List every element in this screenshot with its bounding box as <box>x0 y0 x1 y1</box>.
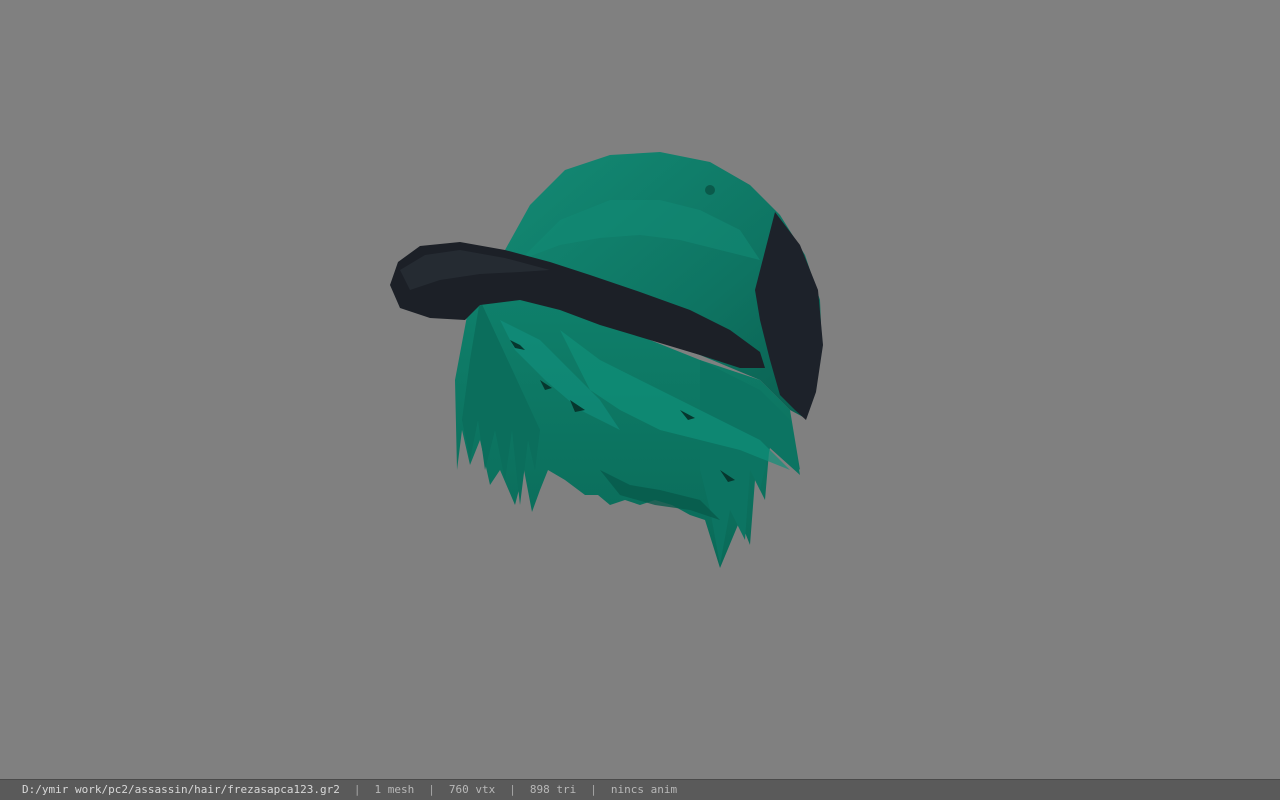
separator: | <box>509 783 516 796</box>
animation-status: nincs anim <box>610 783 678 796</box>
hair-cap-model-icon[interactable] <box>0 0 1280 779</box>
file-path: D:/ymir work/pc2/assassin/hair/frezasapc… <box>22 783 340 796</box>
separator: | <box>353 783 361 796</box>
mesh-count: 1 mesh <box>374 783 415 796</box>
vertex-count: 760 vtx <box>448 783 496 796</box>
status-bar: D:/ymir work/pc2/assassin/hair/frezasapc… <box>0 779 1280 800</box>
3d-viewport[interactable] <box>0 0 1280 779</box>
triangle-count: 898 tri <box>529 783 577 796</box>
separator: | <box>428 783 435 796</box>
separator: | <box>590 783 597 796</box>
